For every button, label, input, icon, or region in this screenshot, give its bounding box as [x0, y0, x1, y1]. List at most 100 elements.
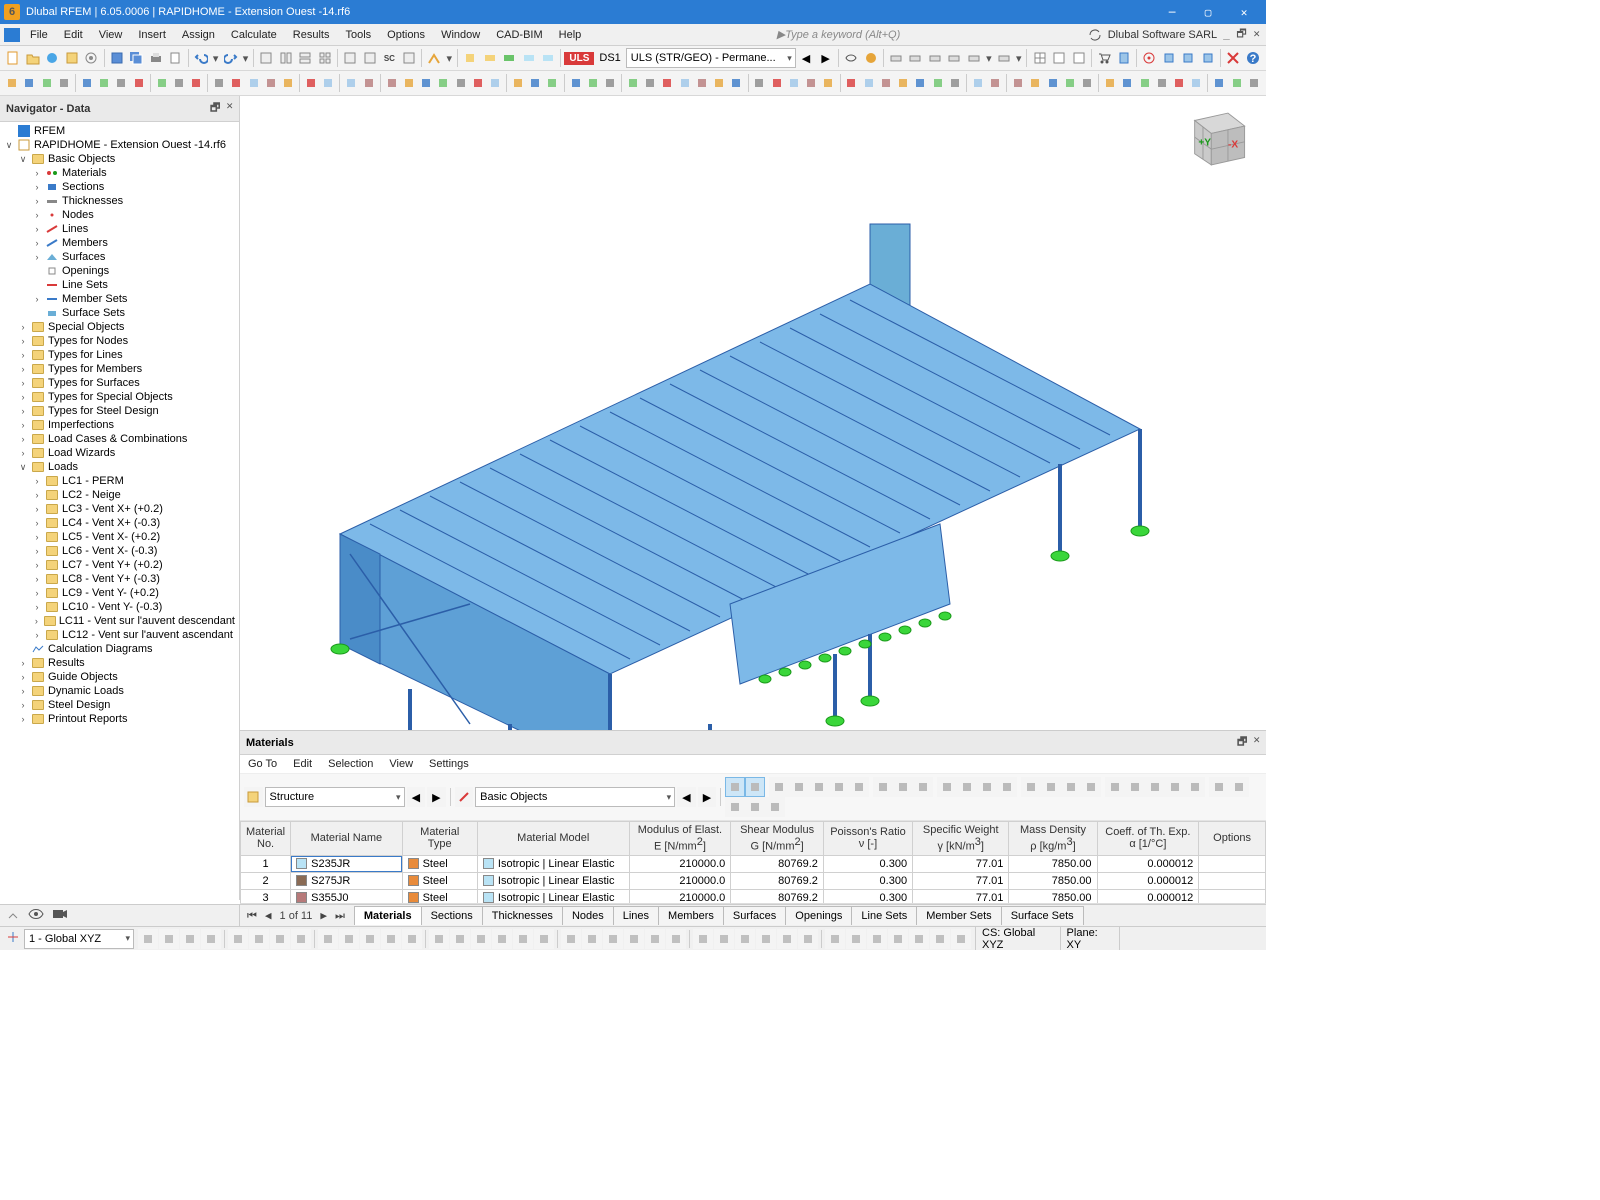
- btm-tab-line-sets[interactable]: Line Sets: [851, 906, 917, 925]
- tree-group-4[interactable]: ›Types for Surfaces: [0, 376, 239, 390]
- tool-a-button[interactable]: [341, 48, 360, 68]
- report-button[interactable]: [166, 48, 185, 68]
- tb2-btn-43[interactable]: [803, 73, 819, 93]
- btm-tab-sections[interactable]: Sections: [421, 906, 483, 925]
- menu-cadbim[interactable]: CAD-BIM: [488, 26, 550, 44]
- grp5-dropdown[interactable]: ▾: [984, 48, 993, 68]
- tree-basic-7[interactable]: Openings: [0, 264, 239, 278]
- status-btn-23[interactable]: [645, 929, 665, 949]
- tree-load-8[interactable]: ›LC9 - Vent Y- (+0.2): [0, 586, 239, 600]
- tree-load-6[interactable]: ›LC7 - Vent Y+ (+0.2): [0, 558, 239, 572]
- tree-load-5[interactable]: ›LC6 - Vent X- (-0.3): [0, 544, 239, 558]
- tb2-btn-52[interactable]: [970, 73, 986, 93]
- tb2-btn-54[interactable]: [1010, 73, 1026, 93]
- status-btn-37[interactable]: [951, 929, 971, 949]
- materials-menu-selection[interactable]: Selection: [328, 758, 373, 770]
- tb2-btn-31[interactable]: [585, 73, 601, 93]
- materials-menu-view[interactable]: View: [389, 758, 413, 770]
- status-btn-26[interactable]: [714, 929, 734, 949]
- tb2-btn-39[interactable]: [728, 73, 744, 93]
- tb2-btn-14[interactable]: [263, 73, 279, 93]
- cube2-button[interactable]: [1179, 48, 1198, 68]
- btm-tab-surfaces[interactable]: Surfaces: [723, 906, 786, 925]
- tool-c-button[interactable]: [400, 48, 419, 68]
- grp4-button[interactable]: [945, 48, 964, 68]
- menu-insert[interactable]: Insert: [130, 26, 174, 44]
- tree-basic[interactable]: ∨Basic Objects: [0, 152, 239, 166]
- mat-tb-extra-7[interactable]: [873, 777, 893, 797]
- tb2-btn-18[interactable]: [343, 73, 359, 93]
- tb2-btn-1[interactable]: [21, 73, 37, 93]
- status-btn-3[interactable]: [201, 929, 221, 949]
- tree-group-7[interactable]: ›Imperfections: [0, 418, 239, 432]
- mat-tb-2[interactable]: [455, 787, 474, 807]
- tb2-btn-53[interactable]: [987, 73, 1003, 93]
- mat-tb-extra-6[interactable]: [849, 777, 869, 797]
- navigator-tree[interactable]: RFEM∨RAPIDHOME - Extension Ouest -14.rf6…: [0, 122, 239, 900]
- status-btn-22[interactable]: [624, 929, 644, 949]
- tb2-btn-45[interactable]: [843, 73, 859, 93]
- loads-button[interactable]: [461, 48, 480, 68]
- mat-tb-extra-0[interactable]: [725, 777, 745, 797]
- tree-basic-5[interactable]: ›Members: [0, 236, 239, 250]
- tb2-btn-7[interactable]: [130, 73, 146, 93]
- mat-tb-extra-5[interactable]: [829, 777, 849, 797]
- grp1-button[interactable]: [887, 48, 906, 68]
- mat-tb-extra-1[interactable]: [745, 777, 765, 797]
- status-btn-34[interactable]: [888, 929, 908, 949]
- nav-btm-pin[interactable]: [6, 907, 20, 924]
- loadcomb-button[interactable]: [480, 48, 499, 68]
- mat-tb-extra-2[interactable]: [769, 777, 789, 797]
- tb2-btn-17[interactable]: [320, 73, 336, 93]
- status-btn-5[interactable]: [249, 929, 269, 949]
- tb2-btn-65[interactable]: [1211, 73, 1227, 93]
- grp5-button[interactable]: [965, 48, 984, 68]
- minimize-button[interactable]: ─: [1154, 0, 1190, 24]
- tb2-btn-66[interactable]: [1228, 73, 1244, 93]
- tb2-btn-28[interactable]: [527, 73, 543, 93]
- tree-group-0[interactable]: ›Special Objects: [0, 320, 239, 334]
- tb2-btn-23[interactable]: [435, 73, 451, 93]
- tree-load-10[interactable]: ›LC11 - Vent sur l'auvent descendant: [0, 614, 239, 628]
- menu-edit[interactable]: Edit: [56, 26, 91, 44]
- tb2-btn-63[interactable]: [1171, 73, 1187, 93]
- status-btn-31[interactable]: [825, 929, 845, 949]
- tb2-btn-35[interactable]: [659, 73, 675, 93]
- tb2-btn-40[interactable]: [751, 73, 767, 93]
- window-hsplit-button[interactable]: [296, 48, 315, 68]
- status-btn-13[interactable]: [429, 929, 449, 949]
- tool-sc-button[interactable]: SC: [380, 48, 399, 68]
- mat-tb-extra-13[interactable]: [997, 777, 1017, 797]
- tb2-btn-67[interactable]: [1246, 73, 1262, 93]
- tree-basic-8[interactable]: Line Sets: [0, 278, 239, 292]
- tree-load-4[interactable]: ›LC5 - Vent X- (+0.2): [0, 530, 239, 544]
- status-btn-1[interactable]: [159, 929, 179, 949]
- model-button[interactable]: [63, 48, 82, 68]
- tb2-btn-42[interactable]: [786, 73, 802, 93]
- tree-load-2[interactable]: ›LC3 - Vent X+ (+0.2): [0, 502, 239, 516]
- status-btn-6[interactable]: [270, 929, 290, 949]
- tb2-btn-2[interactable]: [38, 73, 54, 93]
- status-btn-10[interactable]: [360, 929, 380, 949]
- mat-prev[interactable]: ◀: [407, 787, 426, 807]
- status-btn-28[interactable]: [756, 929, 776, 949]
- tb2-btn-46[interactable]: [861, 73, 877, 93]
- pager-next[interactable]: ▶: [317, 909, 330, 922]
- tree-load-11[interactable]: ›LC12 - Vent sur l'auvent ascendant: [0, 628, 239, 642]
- tb2-btn-29[interactable]: [544, 73, 560, 93]
- mat-tb-extra-11[interactable]: [957, 777, 977, 797]
- tree-end-0[interactable]: ›Results: [0, 656, 239, 670]
- tb2-btn-64[interactable]: [1188, 73, 1204, 93]
- undo-button[interactable]: [191, 48, 210, 68]
- status-btn-21[interactable]: [603, 929, 623, 949]
- search-box[interactable]: ▶ Type a keyword (Alt+Q): [589, 28, 1087, 41]
- mat-tb-extra-21[interactable]: [1165, 777, 1185, 797]
- tree-end-2[interactable]: ›Dynamic Loads: [0, 684, 239, 698]
- mat-tb-extra-12[interactable]: [977, 777, 997, 797]
- tb2-btn-16[interactable]: [303, 73, 319, 93]
- menu-results[interactable]: Results: [285, 26, 338, 44]
- tb2-btn-32[interactable]: [602, 73, 618, 93]
- tb2-btn-62[interactable]: [1154, 73, 1170, 93]
- print-button[interactable]: [147, 48, 166, 68]
- tool-b-button[interactable]: [361, 48, 380, 68]
